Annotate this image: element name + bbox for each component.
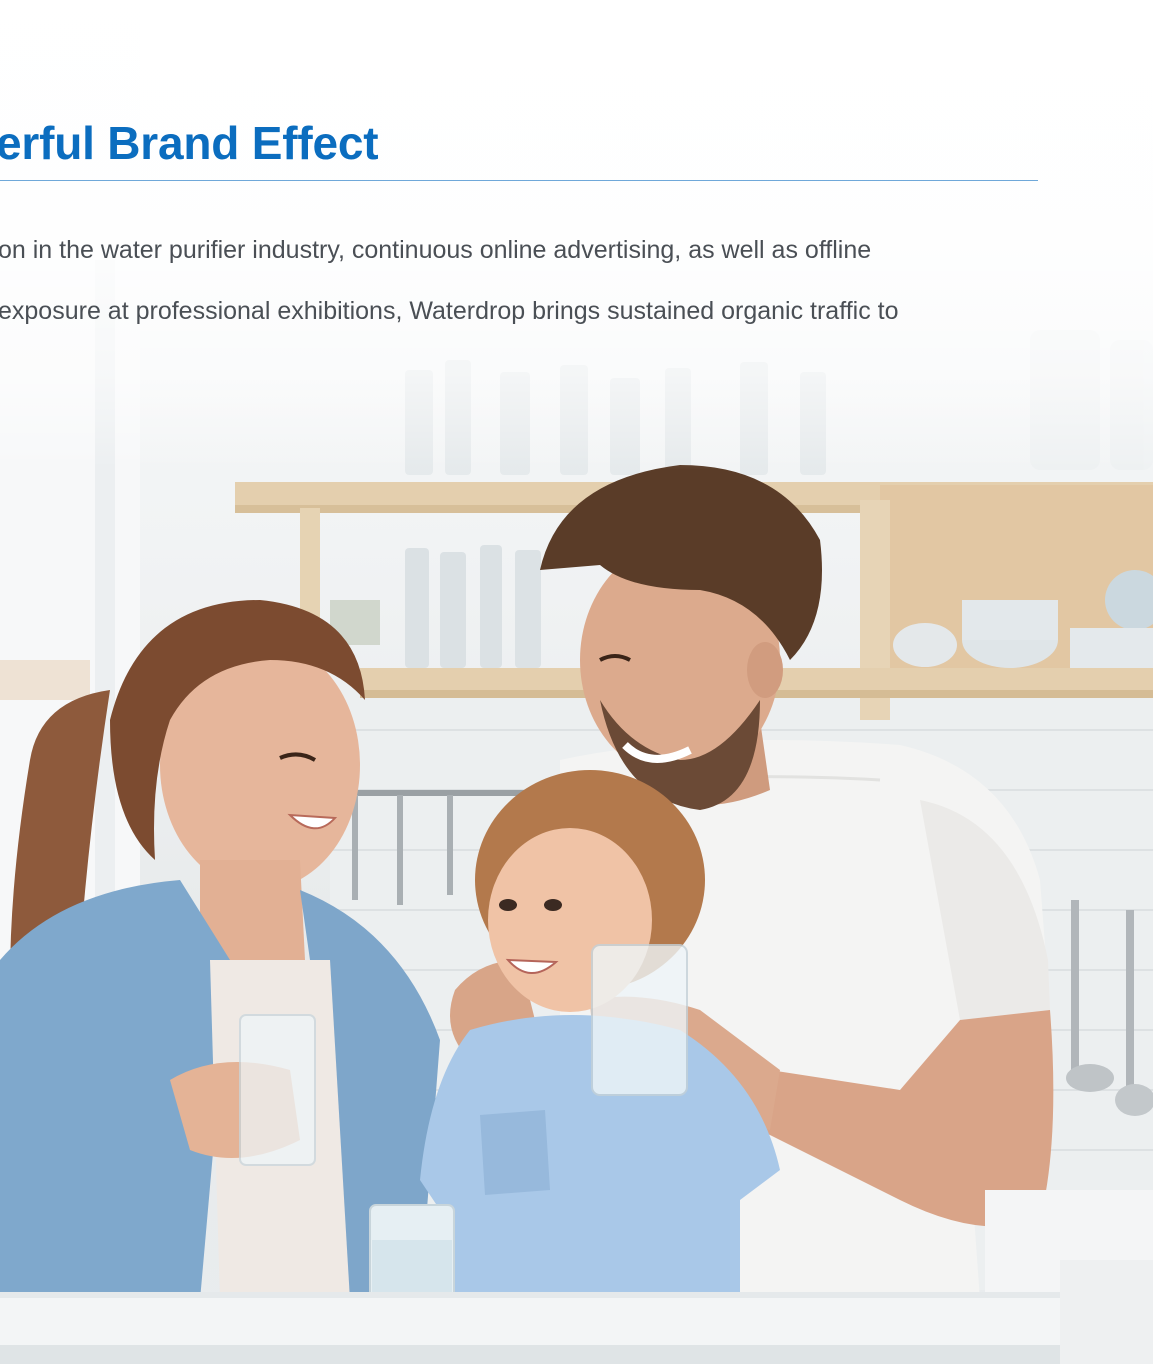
family-drinking-water-photo (0, 0, 1153, 1364)
section-headline: erful Brand Effect (0, 117, 379, 169)
body-text-line-1: on in the water purifier industry, conti… (0, 236, 872, 264)
body-text-line-2: exposure at professional exhibitions, Wa… (0, 297, 899, 325)
headline-divider (0, 180, 1038, 181)
